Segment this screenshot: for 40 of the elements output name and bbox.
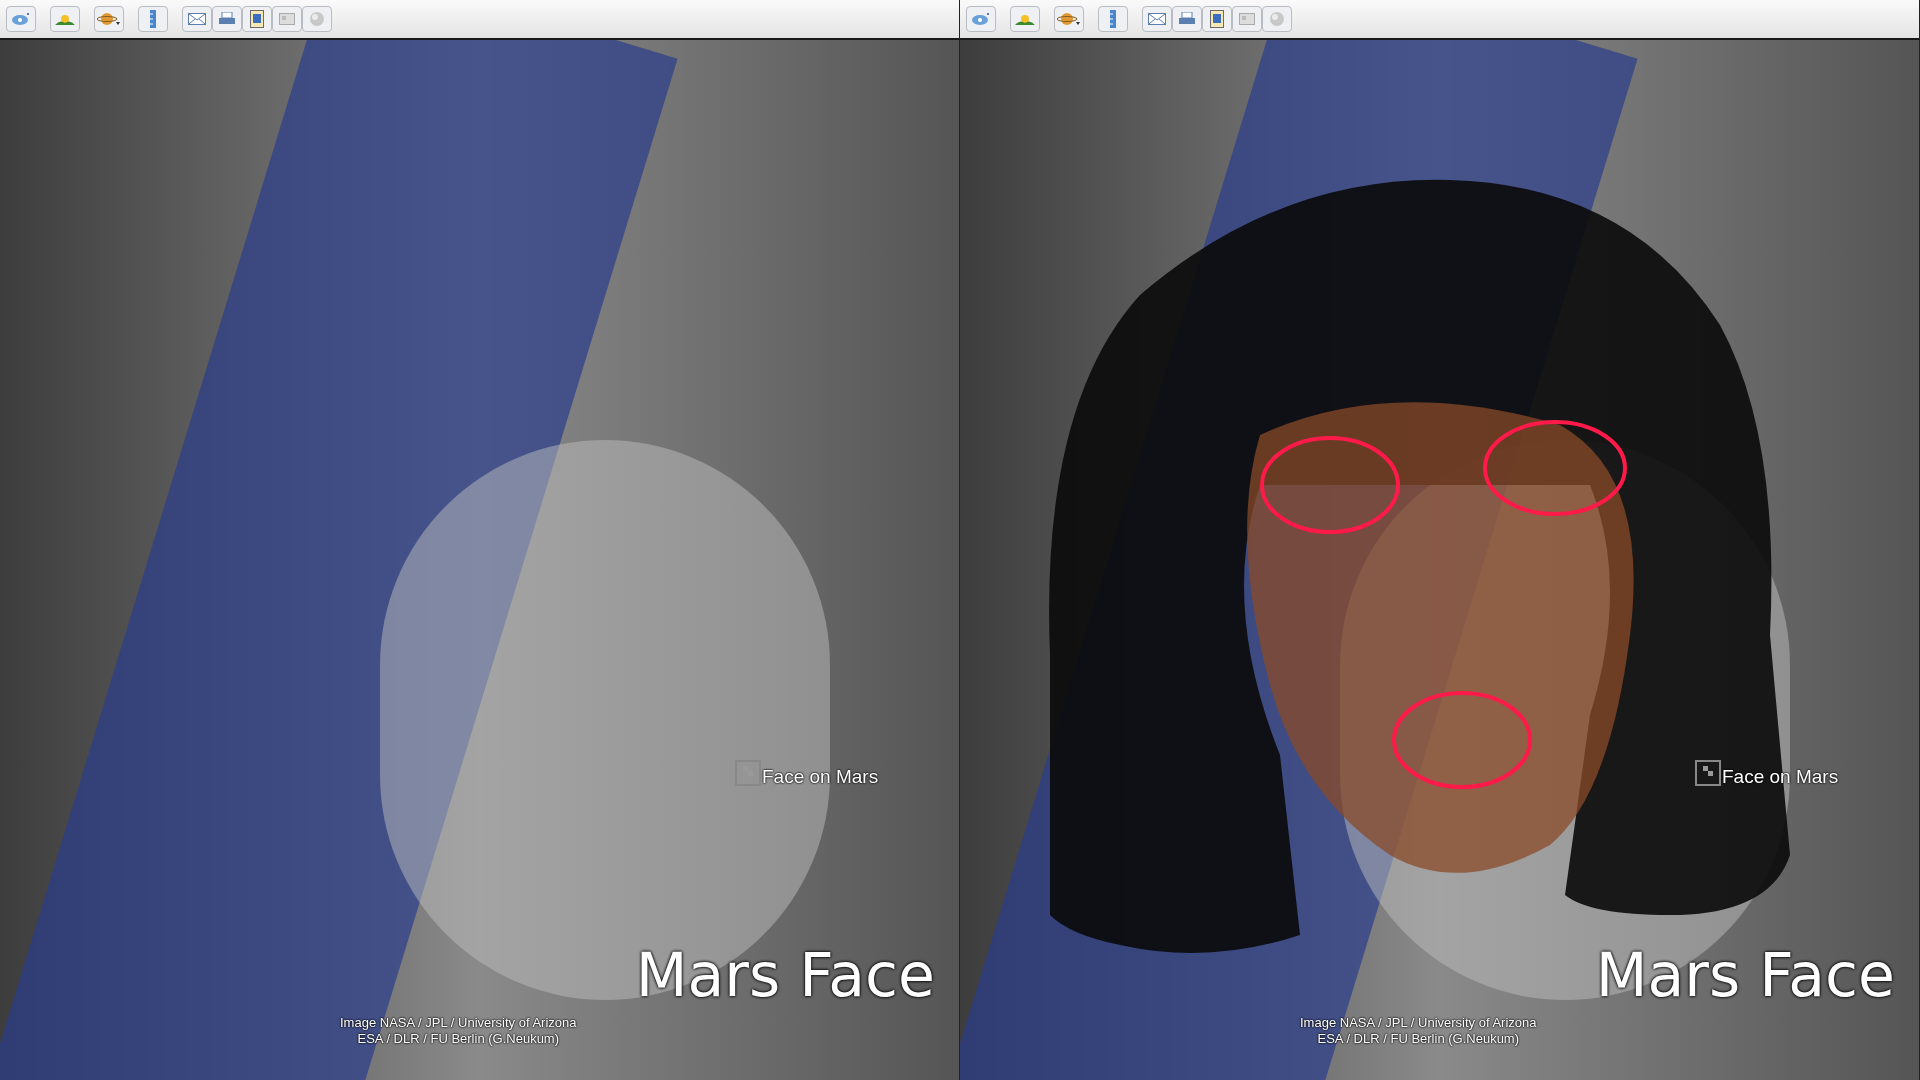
email-button[interactable] [182, 6, 212, 32]
sphere-icon [309, 11, 325, 27]
ruler-button[interactable] [1098, 6, 1128, 32]
envelope-icon [1148, 13, 1166, 25]
placemark-label[interactable]: Face on Mars [1722, 767, 1839, 786]
save-image-button[interactable] [242, 6, 272, 32]
save-image-button[interactable] [1202, 6, 1232, 32]
sunlight-button[interactable] [50, 6, 80, 32]
attribution-text: ESA / DLR / FU Berlin (G.Neukum) [1317, 1031, 1520, 1047]
attribution-text: Image NASA / JPL / University of Arizona [340, 1015, 577, 1031]
title-text: Mars Face [1595, 945, 1895, 1005]
map-icon [279, 13, 295, 25]
eye-icon [971, 12, 991, 26]
sunlight-button[interactable] [1010, 6, 1040, 32]
sphere-icon [1269, 11, 1285, 27]
planet-button[interactable] [94, 6, 124, 32]
eye-icon [11, 12, 31, 26]
ruler-icon [149, 10, 157, 28]
tour-button[interactable] [966, 6, 996, 32]
picture-icon [1210, 10, 1224, 28]
title-text: Mars Face [635, 945, 935, 1005]
printer-icon [218, 12, 236, 26]
email-button[interactable] [1142, 6, 1172, 32]
envelope-icon [188, 13, 206, 25]
placemark-icon[interactable] [1695, 760, 1721, 786]
print-button[interactable] [1172, 6, 1202, 32]
ruler-button[interactable] [138, 6, 168, 32]
planet-icon [97, 11, 121, 27]
planet-button[interactable] [1054, 6, 1084, 32]
planet-icon [1057, 11, 1081, 27]
printer-icon [1178, 12, 1196, 26]
print-button[interactable] [212, 6, 242, 32]
picture-icon [250, 10, 264, 28]
attribution-text: Image NASA / JPL / University of Arizona [1300, 1015, 1537, 1031]
ruler-icon [1109, 10, 1117, 28]
attribution-text: ESA / DLR / FU Berlin (G.Neukum) [357, 1031, 560, 1047]
map-button[interactable] [272, 6, 302, 32]
tour-button[interactable] [6, 6, 36, 32]
map-icon [1239, 13, 1255, 25]
map-button[interactable] [1232, 6, 1262, 32]
